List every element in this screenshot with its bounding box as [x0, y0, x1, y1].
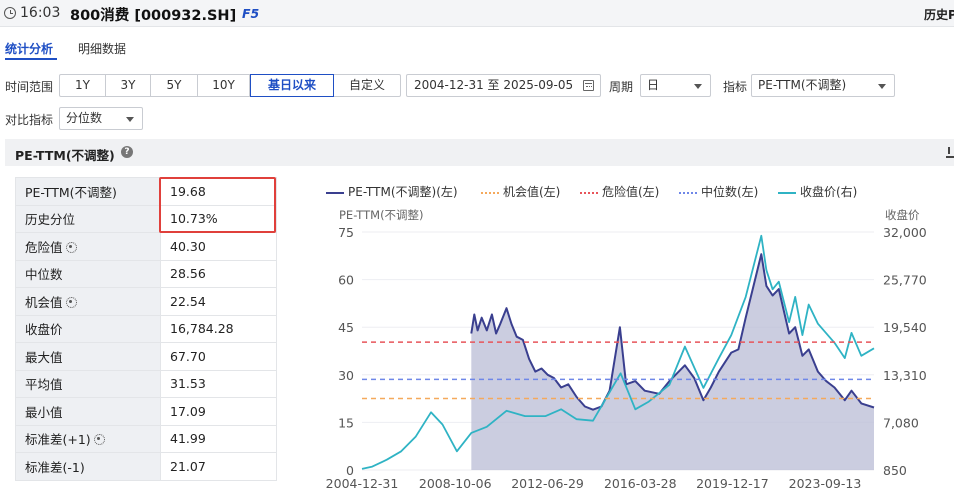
x-tick-label: 2019-12-17: [696, 476, 769, 489]
left-tick-label: 15: [338, 415, 354, 430]
right-tick-label: 13,310: [883, 368, 927, 383]
x-tick-label: 2016-03-28: [604, 476, 677, 489]
left-tick-label: 45: [338, 320, 354, 335]
range-since-base-button[interactable]: 基日以来: [250, 74, 334, 97]
left-tick-label: 75: [338, 225, 354, 240]
right-tick-label: 32,000: [883, 225, 927, 240]
left-tick-label: 30: [338, 368, 354, 383]
x-tick-label: 2008-10-06: [419, 476, 492, 489]
right-tick-label: 7,080: [883, 415, 919, 430]
right-tick-label: 19,540: [883, 320, 927, 335]
x-tick-label: 2004-12-31: [326, 476, 399, 489]
right-tick-label: 25,770: [883, 273, 927, 288]
x-tick-label: 2023-09-13: [789, 476, 862, 489]
x-tick-label: 2012-06-29: [511, 476, 584, 489]
pe-chart[interactable]: 015304560758507,08013,31019,54025,77032,…: [0, 0, 954, 489]
left-tick-label: 60: [338, 273, 354, 288]
right-tick-label: 850: [883, 463, 907, 478]
